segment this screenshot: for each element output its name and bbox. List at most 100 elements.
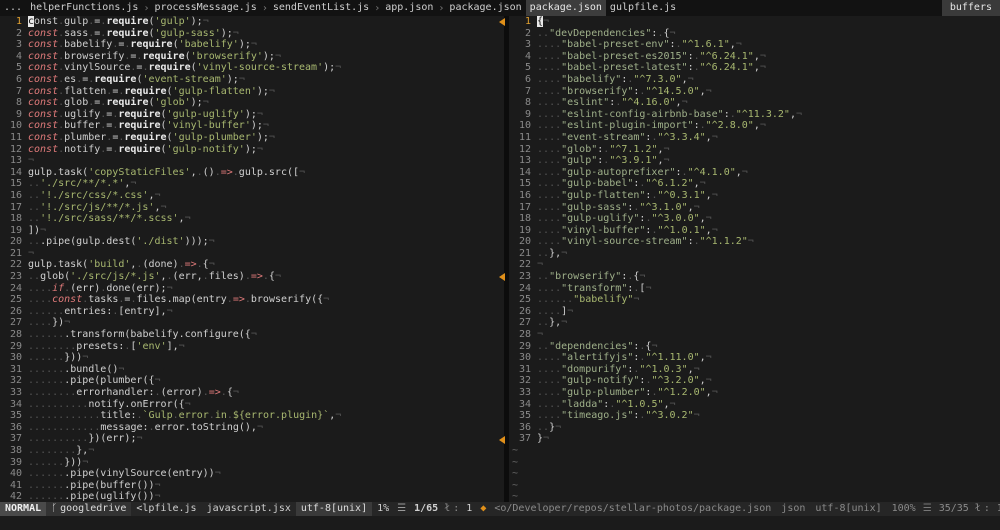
code-line[interactable]: 22 gulp.task('build',.(done).=>.{¬ [0,259,504,271]
code-line[interactable]: 1 {¬ [509,16,1000,28]
tab-gulpfile-js[interactable]: gulpfile.js [606,0,680,16]
code-line[interactable]: 9 const.uglify.=.require('gulp-uglify');¬ [0,109,504,121]
code-line[interactable]: 35 ...."timeago.js":."^3.0.2"¬ [509,410,1000,422]
code-line[interactable]: 27 ....})¬ [0,317,504,329]
code-line[interactable]: 17 ..'!./src/js/**/*.js',¬ [0,202,504,214]
code-line[interactable]: 34 ..........notify.onError({¬ [0,399,504,411]
code-text: const.gulp.=.require('gulp');¬ [28,16,209,27]
code-line[interactable]: 41 .......pipe(buffer())¬ [0,480,504,492]
code-line[interactable]: 39 ......}))¬ [0,457,504,469]
code-line[interactable]: 37}¬ [509,433,1000,445]
code-line[interactable]: 29 ........presets:.['env'],¬ [0,341,504,353]
code-text: .."devDependencies":.{¬ [537,27,676,39]
code-line[interactable]: 17 ...."gulp-sass":."^3.1.0",¬ [509,202,1000,214]
code-text: const.notify.=.require('gulp-notify');¬ [28,143,263,155]
code-line[interactable]: 11 ...."event-stream":."^3.3.4",¬ [509,132,1000,144]
code-line[interactable]: 19])¬ [0,225,504,237]
code-line[interactable]: 21 ..},¬ [509,248,1000,260]
tabline-overflow[interactable]: ... [0,0,26,16]
code-line[interactable]: 23 ..glob('./src/js/*.js',.(err,.files).=… [0,271,504,283]
code-line[interactable]: 10 ...."eslint-plugin-import":."^2.8.0",¬ [509,120,1000,132]
line-number: 37 [9,433,22,445]
code-line[interactable]: 14 ...."gulp-autoprefixer":."^4.1.0",¬ [509,167,1000,179]
code-line[interactable]: 38 ........},¬ [0,445,504,457]
code-line[interactable]: 24 ....if.(err).done(err);¬ [0,283,504,295]
code-line[interactable]: 16 ...."gulp-flatten":."^0.3.1",¬ [509,190,1000,202]
tab-helperfunctions-js[interactable]: helperFunctions.js [26,0,142,16]
code-line[interactable]: 15 ...."gulp-babel":."^6.1.2",¬ [509,178,1000,190]
code-text: ......}))¬ [28,456,89,468]
code-line[interactable]: 5 ...."babel-preset-latest":."^6.24.1",¬ [509,62,1000,74]
code-line[interactable]: 28 .......transform(babelify.configure({¬ [0,329,504,341]
code-line[interactable]: 26 ....]¬ [509,306,1000,318]
code-line[interactable]: 18 ..'!./src/sass/**/*.scss',¬ [0,213,504,225]
code-line[interactable]: 22 ¬ [509,259,1000,271]
code-line[interactable]: 20 ...."vinyl-source-stream":."^1.1.2"¬ [509,236,1000,248]
code-line[interactable]: 30 ...."alertifyjs":."^1.11.0",¬ [509,352,1000,364]
code-line[interactable]: 4 ...."babel-preset-es2015":."^6.24.1",¬ [509,51,1000,63]
code-line[interactable]: 14 gulp.task('copyStaticFiles',.().=>.gul… [0,167,504,179]
left-editor-pane[interactable]: 1 const.gulp.=.require('gulp');¬ 2 const.sa… [0,16,504,502]
code-line[interactable]: 16 ..'!./src/css/*.css',¬ [0,190,504,202]
code-line[interactable]: 42 .......pipe(uglify())¬ [0,491,504,502]
code-line[interactable]: 5 const.vinylSource.=.require('vinyl-sour… [0,62,504,74]
code-line[interactable]: 20 ...pipe(gulp.dest('./dist')));¬ [0,236,504,248]
code-line[interactable]: 24 ...."transform":.[¬ [509,283,1000,295]
code-line[interactable]: 37 ..........})(err);¬ [0,433,504,445]
command-line[interactable] [0,516,1000,530]
tab-app-json[interactable]: app.json [381,0,437,16]
code-line[interactable]: 3 ...."babel-preset-env":."^1.6.1",¬ [509,39,1000,51]
code-line[interactable]: 9 ...."eslint-config-airbnb-base":."^11.3… [509,109,1000,121]
code-line[interactable]: 31 ...."dompurify":."^1.0.3",¬ [509,364,1000,376]
code-line[interactable]: 7 const.flatten.=.require('gulp-flatten')… [0,86,504,98]
line-number: 42 [9,491,22,502]
code-line[interactable]: 3 const.babelify.=.require('babelify');¬ [0,39,504,51]
code-line[interactable]: 40 .......pipe(vinylSource(entry))¬ [0,468,504,480]
buffers-label[interactable]: buffers [941,0,1000,16]
code-line[interactable]: 36 ............message:.error.toString(),… [0,422,504,434]
code-line[interactable]: 18 ...."gulp-uglify":."^3.0.0",¬ [509,213,1000,225]
code-line[interactable]: 32 ...."gulp-notify":."^3.2.0",¬ [509,375,1000,387]
line-number: 9 [15,108,22,120]
code-line[interactable]: 12 const.notify.=.require('gulp-notify');… [0,144,504,156]
code-line[interactable]: 12 ...."glob":."^7.1.2",¬ [509,144,1000,156]
code-line[interactable]: 33 ...."gulp-plumber":."^1.2.0",¬ [509,387,1000,399]
code-text: ............message:.error.toString(),¬ [28,421,263,433]
code-line[interactable]: 23 .."browserify":.{¬ [509,271,1000,283]
code-line[interactable]: 6 ...."babelify":."^7.3.0",¬ [509,74,1000,86]
code-line[interactable]: 26 ......entries:.[entry],¬ [0,306,504,318]
code-line[interactable]: 8 ...."eslint":."^4.16.0",¬ [509,97,1000,109]
code-line[interactable]: 11 const.plumber.=.require('gulp-plumber'… [0,132,504,144]
code-line[interactable]: 15 ..'./src/**/*.*',¬ [0,178,504,190]
code-line[interactable]: 35 ............title:.`Gulp.error.in.${er… [0,410,504,422]
code-line[interactable]: 10 const.buffer.=.require('vinyl-buffer')… [0,120,504,132]
code-line[interactable]: 8 const.glob.=.require('glob');¬ [0,97,504,109]
tab-package-json[interactable]: package.json [445,0,525,16]
code-line[interactable]: 13 ...."gulp":."^3.9.1",¬ [509,155,1000,167]
code-line[interactable]: 29 .."dependencies":.{¬ [509,341,1000,353]
line-number: 25 [9,294,22,306]
code-line[interactable]: 28 ¬ [509,329,1000,341]
code-line[interactable]: 34 ...."ladda":."^1.0.5",¬ [509,399,1000,411]
code-line[interactable]: 19 ...."vinyl-buffer":."^1.0.1",¬ [509,225,1000,237]
code-line[interactable]: 33 ........errorhandler:.(error).=>.{¬ [0,387,504,399]
code-line[interactable]: 7 ...."browserify":."^14.5.0",¬ [509,86,1000,98]
tab-processmessage-js[interactable]: processMessage.js [150,0,260,16]
code-line[interactable]: 27 ..},¬ [509,317,1000,329]
code-line[interactable]: 31 .......bundle()¬ [0,364,504,376]
code-line[interactable]: 6 const.es.=.require('event-stream');¬ [0,74,504,86]
tab-sendeventlist-js[interactable]: sendEventList.js [269,0,373,16]
code-line[interactable]: 32 .......pipe(plumber({¬ [0,375,504,387]
code-line[interactable]: 25 ....const.tasks.=.files.map(entry.=>.b… [0,294,504,306]
code-line[interactable]: 25 ......"babelify"¬ [509,294,1000,306]
code-line[interactable]: 2 const.sass.=.require('gulp-sass');¬ [0,28,504,40]
code-line[interactable]: 30 ......}))¬ [0,352,504,364]
right-editor-pane[interactable]: 1 {¬ 2 .."devDependencies":.{¬ 3 ...."babel-p… [509,16,1000,502]
code-line[interactable]: 2 .."devDependencies":.{¬ [509,28,1000,40]
code-line[interactable]: 13 ¬ [0,155,504,167]
code-line[interactable]: 36 ..}¬ [509,422,1000,434]
tab-package-json-active[interactable]: package.json [525,0,606,16]
code-line[interactable]: 4 const.browserify.=.require('browserify'… [0,51,504,63]
code-line[interactable]: 1 const.gulp.=.require('gulp');¬ [0,16,504,28]
code-line[interactable]: 21 ¬ [0,248,504,260]
